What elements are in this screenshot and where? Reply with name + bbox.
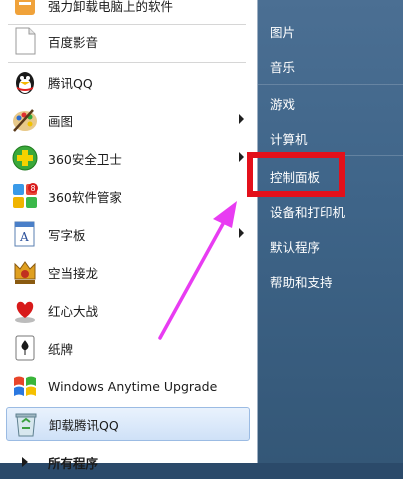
annotation-arrow-icon (158, 201, 237, 340)
